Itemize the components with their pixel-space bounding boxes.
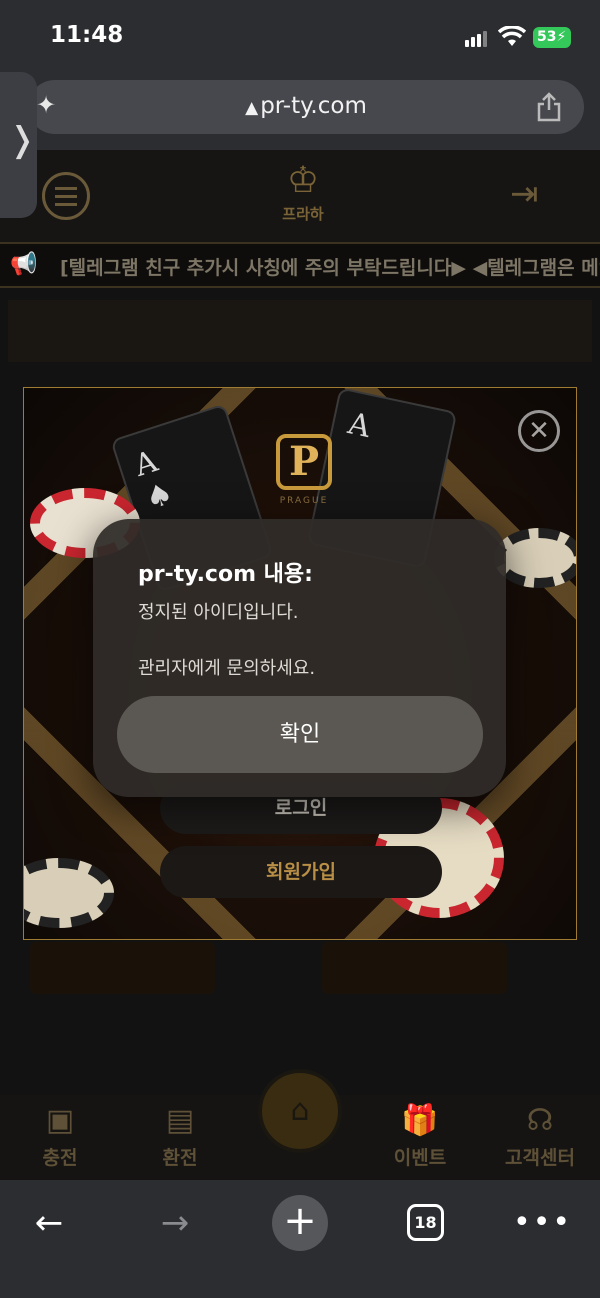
share-icon[interactable] xyxy=(536,92,562,122)
deposit-icon: ▣ xyxy=(45,1103,75,1138)
browser-toolbar: ✦ ▲pr-ty.com xyxy=(0,72,600,150)
crest-icon: ♔ xyxy=(286,160,320,201)
more-options-icon[interactable]: ••• xyxy=(513,1198,570,1248)
headset-icon: ☊ xyxy=(526,1103,554,1138)
nav-deposit[interactable]: ▣ 충전 xyxy=(15,1103,105,1170)
forward-arrow-icon[interactable]: → xyxy=(148,1198,202,1248)
chevron-right-icon: ❭ xyxy=(8,120,37,160)
alert-message-line1: 정지된 아이디입니다. xyxy=(138,602,299,623)
site-header: ♔ 프라하 ⇥ xyxy=(0,150,600,242)
login-icon[interactable]: ⇥ xyxy=(510,174,539,214)
side-panel-handle[interactable]: ❭ xyxy=(0,72,37,218)
gift-icon: 🎁 xyxy=(401,1103,439,1138)
close-icon[interactable]: ✕ xyxy=(518,410,560,452)
status-bar: 11:48 53⚡ xyxy=(0,0,600,72)
withdraw-icon: ▤ xyxy=(165,1103,195,1138)
site-bottom-nav: ▣ 충전 ▤ 환전 ⌂ 🎁 이벤트 ☊ 고객센터 xyxy=(0,1069,600,1180)
menu-icon[interactable] xyxy=(42,172,90,220)
site-logo-text: 프라하 xyxy=(282,205,324,223)
banner xyxy=(8,300,592,362)
nav-support[interactable]: ☊ 고객센터 xyxy=(495,1103,585,1170)
site-logo[interactable]: ♔ 프라하 xyxy=(258,160,348,240)
tab-switcher-button[interactable]: 18 xyxy=(407,1204,444,1241)
url-text[interactable]: ▲pr-ty.com xyxy=(28,93,584,119)
status-time: 11:48 xyxy=(50,22,124,48)
address-bar[interactable]: ✦ ▲pr-ty.com xyxy=(28,80,584,134)
marquee-text: [텔레그램 친구 추가시 사칭에 주의 부탁드립니다▶ ◀텔레그램은 메인 xyxy=(60,257,600,279)
promo-signup-button[interactable]: 회원가입 xyxy=(160,846,442,898)
alert-message-line2: 관리자에게 문의하세요. xyxy=(138,658,316,679)
wifi-icon xyxy=(498,26,526,46)
home-icon[interactable]: ⌂ xyxy=(258,1069,342,1153)
nav-event[interactable]: 🎁 이벤트 xyxy=(375,1103,465,1170)
cellular-signal-icon xyxy=(465,30,491,47)
prague-emblem: P PRAGUE xyxy=(239,416,369,526)
browser-bottom-bar: ← → + 18 ••• xyxy=(0,1180,600,1298)
poker-chip-image xyxy=(494,528,576,588)
notice-marquee: 📢 [텔레그램 친구 추가시 사칭에 주의 부탁드립니다▶ ◀텔레그램은 메인 xyxy=(0,242,600,288)
back-arrow-icon[interactable]: ← xyxy=(22,1198,76,1248)
megaphone-icon: 📢 xyxy=(10,252,38,277)
warning-icon: ▲ xyxy=(245,98,259,118)
nav-withdraw[interactable]: ▤ 환전 xyxy=(135,1103,225,1170)
battery-indicator: 53⚡ xyxy=(533,27,571,48)
alert-ok-button[interactable]: 확인 xyxy=(117,696,483,773)
alert-title: pr-ty.com 내용: xyxy=(138,562,313,587)
alert-dialog: pr-ty.com 내용: 정지된 아이디입니다. 관리자에게 문의하세요. 확… xyxy=(93,519,506,797)
new-tab-plus-icon[interactable]: + xyxy=(272,1195,328,1251)
game-thumbnails xyxy=(30,942,570,994)
